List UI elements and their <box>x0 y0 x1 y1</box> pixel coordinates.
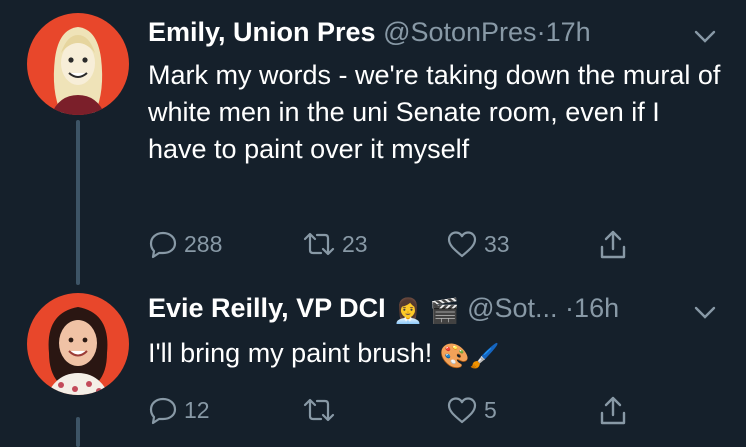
share-button[interactable] <box>598 395 628 427</box>
reply-button[interactable]: 288 <box>148 229 222 259</box>
tweet-1: Emily, Union Pres @SotonPres·17h Mark my… <box>0 0 746 285</box>
like-icon <box>447 231 477 258</box>
text-emojis: 🎨🖌️ <box>439 343 500 370</box>
handle[interactable]: @Sot... <box>467 293 557 323</box>
like-count: 33 <box>484 230 510 257</box>
tweet-header: Emily, Union Pres @SotonPres·17h <box>148 16 591 48</box>
thread-line <box>76 120 80 285</box>
name-emojis: 👩‍💼 🎬 <box>393 298 460 325</box>
reply-count: 12 <box>184 396 210 423</box>
retweet-count: 23 <box>342 230 368 257</box>
separator: · <box>565 293 575 323</box>
chevron-down-icon[interactable] <box>693 29 717 45</box>
reply-icon <box>149 231 177 259</box>
retweet-icon <box>303 398 335 422</box>
like-button[interactable]: 5 <box>446 395 497 425</box>
separator: · <box>536 17 546 47</box>
timestamp[interactable]: 16h <box>574 293 619 323</box>
reply-count: 288 <box>184 230 223 257</box>
timestamp[interactable]: 17h <box>546 17 591 47</box>
handle[interactable]: @SotonPres <box>383 17 536 47</box>
avatar[interactable] <box>27 13 129 115</box>
thread-line <box>76 417 80 447</box>
share-icon <box>600 396 626 425</box>
tweet-text-content: I'll bring my paint brush! <box>148 338 433 368</box>
display-name[interactable]: Emily, Union Pres <box>148 17 376 47</box>
tweet-actions: 288 23 33 <box>148 229 648 261</box>
display-name[interactable]: Evie Reilly, VP DCI <box>148 293 386 323</box>
tweet-header: Evie Reilly, VP DCI 👩‍💼 🎬 @Sot... ·16h <box>148 292 619 328</box>
like-button[interactable]: 33 <box>446 229 510 259</box>
tweet-actions: 12 5 <box>148 395 648 427</box>
share-button[interactable] <box>598 229 628 261</box>
like-count: 5 <box>484 396 497 423</box>
reply-icon <box>149 397 177 425</box>
retweet-button[interactable]: 23 <box>302 229 368 259</box>
reply-button[interactable]: 12 <box>148 395 210 425</box>
retweet-icon <box>303 232 335 256</box>
tweet-text: I'll bring my paint brush! 🎨🖌️ <box>148 335 723 375</box>
like-icon <box>447 397 477 424</box>
tweet-2: Evie Reilly, VP DCI 👩‍💼 🎬 @Sot... ·16h I… <box>0 285 746 447</box>
retweet-button[interactable] <box>302 395 342 425</box>
chevron-down-icon[interactable] <box>693 305 717 321</box>
avatar[interactable] <box>27 293 129 395</box>
tweet-text: Mark my words - we're taking down the mu… <box>148 60 721 164</box>
share-icon <box>600 230 626 259</box>
